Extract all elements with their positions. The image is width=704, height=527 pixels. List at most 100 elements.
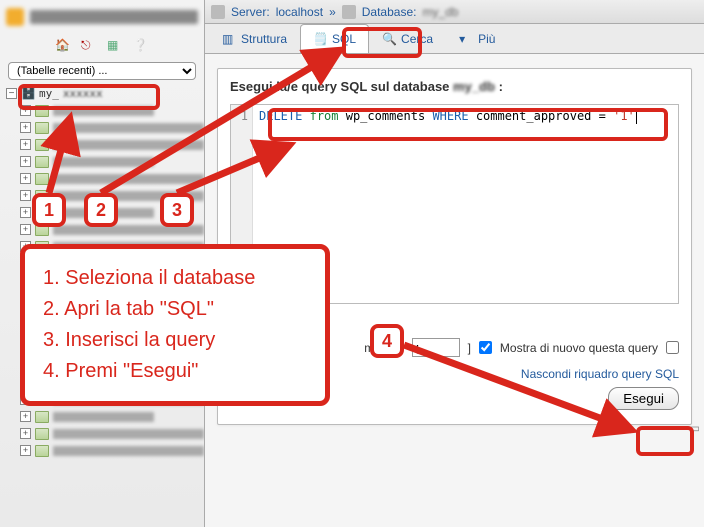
table-name-blur (53, 395, 204, 405)
sidebar-toolbar: 🏠 ⎋ ▦ ❔ (0, 34, 204, 58)
collapse-icon[interactable]: − (6, 88, 17, 99)
expand-icon[interactable]: + (20, 326, 31, 337)
tab-search[interactable]: 🔍 Cerca (369, 24, 446, 53)
table-row[interactable]: + (20, 119, 204, 136)
bc-db-value[interactable]: my_db (422, 5, 458, 19)
table-icon (35, 241, 49, 253)
expand-icon[interactable]: + (20, 190, 31, 201)
table-icon (35, 411, 49, 423)
db-name-prefix: my_ (39, 87, 59, 100)
expand-icon[interactable]: + (20, 343, 31, 354)
expand-icon[interactable]: + (20, 445, 31, 456)
recent-tables-select[interactable]: (Tabelle recenti) ... (8, 62, 196, 80)
table-row[interactable]: + (20, 255, 204, 272)
expand-icon[interactable]: + (20, 394, 31, 405)
database-icon: 🗄️ (21, 86, 35, 100)
table-row[interactable]: + (20, 425, 204, 442)
expand-icon[interactable]: + (20, 258, 31, 269)
tab-search-label: Cerca (401, 32, 433, 46)
structure-icon: ▥ (222, 32, 236, 46)
expand-icon[interactable]: + (20, 241, 31, 252)
table-row[interactable]: + (20, 340, 204, 357)
execute-button[interactable]: Esegui (608, 387, 679, 410)
table-row[interactable]: + (20, 238, 204, 255)
table-name-blur (53, 429, 204, 439)
tab-sql[interactable]: 🗒️ SQL (300, 24, 369, 53)
expand-icon[interactable]: + (20, 156, 31, 167)
table-row[interactable]: + (20, 391, 204, 408)
table-name-blur (53, 276, 204, 286)
table-row[interactable]: + (20, 136, 204, 153)
bc-sep: » (329, 5, 336, 19)
home-icon[interactable]: 🏠 (55, 38, 71, 54)
table-row[interactable]: + (20, 357, 204, 374)
expand-icon[interactable]: + (20, 428, 31, 439)
server-icon (211, 5, 225, 19)
db-root-node[interactable]: − 🗄️ my_ xxxxxx (0, 84, 204, 102)
table-row[interactable]: + (20, 153, 204, 170)
expand-icon[interactable]: + (20, 411, 31, 422)
tab-structure[interactable]: ▥ Struttura (209, 24, 300, 53)
tab-structure-label: Struttura (241, 32, 287, 46)
sql-editor[interactable]: 1 DELETE from wp_comments WHERE comment_… (230, 104, 679, 304)
table-row[interactable]: + (20, 408, 204, 425)
table-row[interactable]: + (20, 102, 204, 119)
expand-icon[interactable]: + (20, 105, 31, 116)
expand-icon[interactable]: + (20, 139, 31, 150)
table-name-blur (53, 208, 154, 218)
table-row[interactable]: + (20, 442, 204, 459)
table-row[interactable]: + (20, 306, 204, 323)
table-icon (35, 428, 49, 440)
table-icon (35, 394, 49, 406)
table-icon (35, 207, 49, 219)
expand-icon[interactable]: + (20, 224, 31, 235)
sql-icon: 🗒️ (313, 32, 327, 46)
expand-icon[interactable]: + (20, 360, 31, 371)
table-icon (35, 156, 49, 168)
table-icon (35, 139, 49, 151)
table-name-blur (53, 191, 204, 201)
table-row[interactable]: + (20, 272, 204, 289)
tab-more-label: Più (478, 32, 495, 46)
table-list: + + + + + + + + + + + + + + + + + + + + + (20, 102, 204, 459)
expand-icon[interactable]: + (20, 377, 31, 388)
query-icon[interactable]: ▦ (107, 38, 123, 54)
expand-icon[interactable]: + (20, 275, 31, 286)
search-icon: 🔍 (382, 32, 396, 46)
tab-more[interactable]: ▾ Più (446, 24, 508, 53)
table-row[interactable]: + (20, 323, 204, 340)
show-again-label: Mostra di nuovo questa query (500, 341, 658, 355)
help-icon[interactable]: ❔ (133, 38, 149, 54)
expand-icon[interactable]: + (20, 122, 31, 133)
table-icon (35, 122, 49, 134)
table-name-blur (53, 123, 204, 133)
table-row[interactable]: + (20, 221, 204, 238)
hide-sql-box-link[interactable]: Nascondi riquadro query SQL (521, 367, 679, 381)
table-name-blur (53, 446, 204, 456)
expand-icon[interactable]: + (20, 173, 31, 184)
table-row[interactable]: + (20, 170, 204, 187)
db-name-blur: xxxxxx (63, 87, 103, 100)
table-row[interactable]: + (20, 374, 204, 391)
expand-icon[interactable]: + (20, 207, 31, 218)
delimiter-input[interactable] (412, 338, 460, 357)
table-row[interactable]: + (20, 187, 204, 204)
line-gutter: 1 (231, 105, 253, 303)
logout-icon[interactable]: ⎋ (81, 38, 97, 54)
expand-icon[interactable]: + (20, 292, 31, 303)
table-name-blur (53, 293, 204, 303)
breadcrumb: Server: localhost » Database: my_db (205, 0, 704, 24)
table-icon (35, 258, 49, 270)
show-again-checkbox[interactable] (479, 341, 492, 354)
sql-code[interactable]: DELETE from wp_comments WHERE comment_ap… (253, 105, 678, 303)
settings-icon[interactable]: ▭ (689, 421, 700, 435)
table-row[interactable]: + (20, 204, 204, 221)
expand-icon[interactable]: + (20, 309, 31, 320)
table-name-blur (53, 327, 204, 337)
bc-server-link[interactable]: localhost (276, 5, 323, 19)
sidebar: 🏠 ⎋ ▦ ❔ (Tabelle recenti) ... − 🗄️ my_ x… (0, 0, 205, 527)
extra-checkbox[interactable] (666, 341, 679, 354)
table-name-blur (53, 344, 204, 354)
table-row[interactable]: + (20, 289, 204, 306)
table-icon (35, 377, 49, 389)
